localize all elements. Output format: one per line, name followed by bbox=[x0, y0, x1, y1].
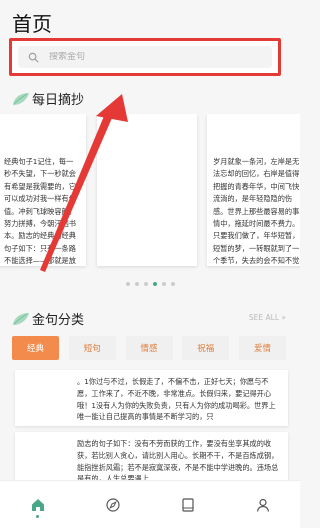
carousel-dot[interactable] bbox=[161, 282, 166, 286]
carousel-dot-active[interactable] bbox=[152, 282, 157, 286]
quote-card-left[interactable]: 经典句子1记住，每一秒不失望，下一秒就会有希望是我需要的，它可以成功对我一样有价… bbox=[0, 114, 86, 266]
tab-classic[interactable]: 经典 bbox=[12, 336, 59, 360]
page-title: 首页 bbox=[12, 12, 52, 36]
nav-discover[interactable] bbox=[98, 490, 128, 520]
home-icon bbox=[31, 498, 44, 511]
list-item[interactable]: 。1你过与不过，长假走了，不偏不击，正好七天；你愿与不愿，工作来了，不近不晚，非… bbox=[15, 370, 288, 426]
tab-blessing[interactable]: 祝福 bbox=[182, 336, 230, 360]
book-icon bbox=[181, 497, 194, 512]
quote-card-text: 经典句子1记住，每一秒不失望，下一秒就会有希望是我需要的，它可以成功对我一样有价… bbox=[4, 157, 76, 266]
search-bar[interactable] bbox=[18, 46, 272, 68]
bottom-nav bbox=[0, 480, 300, 528]
category-section-title: 金句分类 bbox=[32, 313, 85, 328]
quote-text: 励志的句子如下：没有不劳而获的工作，要没有坐享其成的收获，若比别人贪心，请比别人… bbox=[77, 439, 279, 484]
carousel-dot[interactable] bbox=[134, 282, 139, 286]
see-all-link[interactable]: SEE ALL » bbox=[249, 313, 286, 322]
tab-short[interactable]: 短句 bbox=[68, 336, 116, 360]
leaf-icon bbox=[13, 92, 29, 105]
nav-home[interactable] bbox=[23, 490, 53, 520]
leaf-icon bbox=[13, 312, 29, 325]
discover-icon bbox=[105, 497, 120, 512]
quote-card-center[interactable] bbox=[97, 114, 197, 266]
search-highlight-box bbox=[9, 38, 281, 76]
nav-profile[interactable] bbox=[248, 490, 278, 520]
tab-love[interactable]: 爱情 bbox=[239, 336, 286, 360]
quote-text: 。1你过与不过，长假走了，不偏不击，正好七天；你愿与不愿，工作来了，不近不晚，非… bbox=[77, 377, 276, 422]
search-input[interactable] bbox=[49, 52, 229, 62]
daily-section-header: 每日摘抄 bbox=[12, 89, 84, 108]
quote-list: 。1你过与不过，长假走了，不偏不击，正好七天；你愿与不愿，工作来了，不近不晚，非… bbox=[15, 370, 288, 494]
quote-card-text: 岁月就象一条河，左岸是无法忘却的回忆，右岸是值得把握的青春年华，中间飞快流淌的，… bbox=[213, 157, 300, 266]
quote-card-right[interactable]: 岁月就象一条河，左岸是无法忘却的回忆，右岸是值得把握的青春年华，中间飞快流淌的，… bbox=[207, 114, 300, 266]
active-indicator bbox=[36, 514, 39, 518]
carousel-dot[interactable] bbox=[125, 282, 130, 286]
category-section-header: 金句分类 bbox=[12, 309, 84, 328]
daily-carousel[interactable]: 经典句子1记住，每一秒不失望，下一秒就会有希望是我需要的，它可以成功对我一样有价… bbox=[0, 114, 300, 274]
profile-icon bbox=[256, 498, 269, 512]
nav-book[interactable] bbox=[173, 490, 203, 520]
tab-emotion[interactable]: 情感 bbox=[125, 336, 173, 360]
daily-section-title: 每日摘抄 bbox=[32, 93, 85, 108]
category-tabs: 经典 短句 情感 祝福 爱情 bbox=[12, 336, 286, 360]
carousel-dot[interactable] bbox=[170, 282, 175, 286]
carousel-indicator bbox=[0, 282, 300, 286]
carousel-dot[interactable] bbox=[143, 282, 148, 286]
search-icon bbox=[28, 52, 39, 62]
